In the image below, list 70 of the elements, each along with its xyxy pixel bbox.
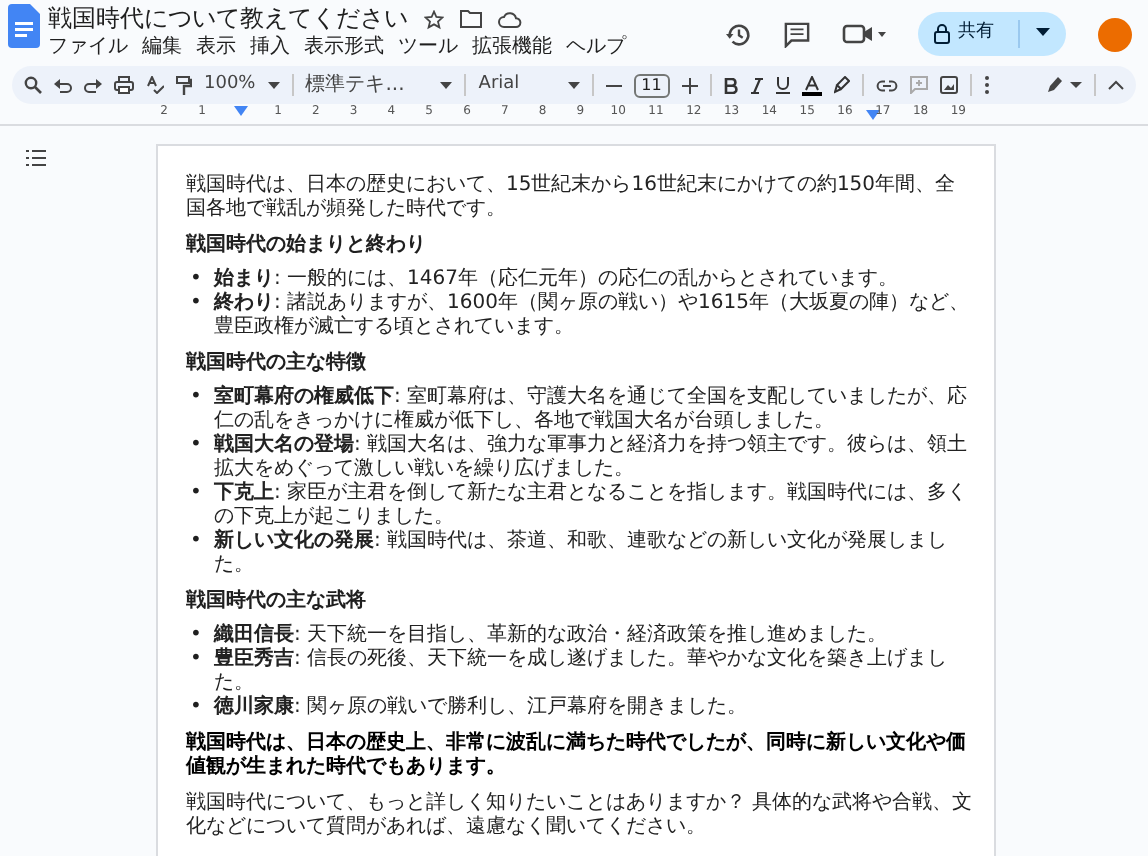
list-item: 下克上: 家臣が主君を倒して新たな主君となることを指します。戦国時代には、多くの下克上が起こりました。 (214, 482, 970, 528)
menu-item[interactable]: 挿入 (250, 34, 290, 60)
lock-icon (934, 24, 950, 44)
italic-icon[interactable] (749, 77, 764, 93)
paragraph: 戦国時代は、日本の歴史において、15世紀末から16世紀末にかけての約150年間、全国各地で戦乱が頻発した時代です。 (186, 174, 958, 222)
caret-icon (267, 81, 280, 89)
text-color-icon[interactable] (801, 75, 822, 95)
menu-item[interactable]: ツール (398, 34, 458, 60)
paragraph: 戦国時代について、もっと詳しく知りたいことはありますか？ 具体的な武将や合戦、文化などについて質問があれば、遠慮なく聞いてください。 (186, 792, 974, 840)
list-item: 終わり: 諸説ありますが、1600年（関ヶ原の戦い）や1615年（大坂夏の陣）など、豊臣政権が滅亡する頃とされています。 (214, 292, 971, 340)
pencil-icon[interactable] (1046, 76, 1082, 94)
image-icon[interactable] (939, 76, 958, 94)
highlighter-icon[interactable] (833, 76, 850, 94)
section-heading: 戦国時代の主な特徴 (186, 352, 368, 376)
menu-item[interactable]: 編集 (142, 34, 182, 60)
bullet: • (188, 624, 204, 648)
redo-icon[interactable] (84, 77, 102, 93)
menu-item[interactable]: ファイル (48, 34, 128, 60)
bullet: • (188, 530, 204, 554)
list-item: 徳川家康: 関ヶ原の戦いで勝利し、江戸幕府を開きました。 (214, 696, 750, 720)
bullet: • (188, 268, 204, 292)
menu-item[interactable]: 表示形式 (304, 34, 384, 60)
zoom-select[interactable]: 100% (204, 71, 256, 99)
bullet: • (188, 648, 204, 672)
star-icon[interactable] (424, 9, 444, 29)
paint-format-icon[interactable] (176, 75, 192, 95)
section-heading: 戦国時代の始まりと終わり (186, 234, 428, 258)
print-icon[interactable] (114, 76, 134, 94)
outline-icon[interactable] (26, 150, 46, 166)
video-camera-icon[interactable] (842, 22, 886, 46)
bullet: • (188, 434, 204, 458)
bullet: • (188, 386, 204, 410)
comment-icon[interactable] (784, 21, 810, 47)
list-item: 始まり: 一般的には、1467年（応仁元年）の応仁の乱からとされています。 (214, 268, 900, 291)
cloud-icon[interactable] (498, 11, 522, 27)
list-item: 新しい文化の発展: 戦国時代は、茶道、和歌、連歌などの新しい文化が発展しました。 (214, 530, 950, 578)
folder-icon[interactable] (460, 10, 482, 28)
plus-icon[interactable] (681, 77, 698, 93)
font-size-field[interactable]: 11 (633, 73, 670, 97)
link-icon[interactable] (875, 79, 898, 91)
paragraph: 戦国時代は、日本の歴史上、非常に波乱に満ちた時代でしたが、同時に新しい文化や価値観が生まれた時代でもあります。 (186, 732, 968, 780)
caret-icon[interactable] (1036, 27, 1050, 36)
share-button[interactable]: 共有 (918, 12, 1066, 56)
menu-item[interactable]: 表示 (196, 34, 236, 60)
menu-item[interactable]: 拡張機能 (472, 34, 552, 60)
bullet: • (188, 696, 204, 720)
more-options-icon[interactable] (983, 76, 990, 94)
bullet: • (188, 292, 204, 316)
font-select[interactable]: Arial (478, 71, 520, 99)
bullet: • (188, 482, 204, 506)
search-icon[interactable] (24, 76, 42, 94)
history-icon[interactable] (726, 21, 752, 47)
menu-item[interactable]: ヘルプ (566, 34, 626, 60)
document-title[interactable]: 戦国時代について教えてください (48, 4, 408, 34)
indent-marker-icon[interactable] (866, 110, 880, 120)
user-avatar[interactable] (1098, 17, 1132, 51)
spellcheck-icon[interactable] (146, 76, 164, 94)
underline-icon[interactable] (775, 76, 790, 94)
text-style-select[interactable]: 標準テキ... (305, 70, 405, 100)
collapse-icon[interactable] (1108, 80, 1124, 90)
caret-icon (567, 81, 580, 89)
section-heading: 戦国時代の主な武将 (186, 590, 368, 614)
docs-logo-icon[interactable] (8, 4, 40, 48)
caret-icon (440, 81, 453, 89)
list-item: 織田信長: 天下統一を目指し、革新的な政治・経済政策を推し進めました。 (214, 624, 890, 647)
list-item: 室町幕府の権威低下: 室町幕府は、守護大名を通じて全国を支配していましたが、応仁の乱をきっかけに権威が低下し、各地で戦国大名が台頭しました。 (214, 386, 970, 433)
bold-icon[interactable] (723, 77, 738, 93)
undo-icon[interactable] (54, 77, 72, 93)
list-item: 豊臣秀吉: 信長の死後、天下統一を成し遂げました。華やかな文化を築き上げました。 (214, 648, 950, 694)
list-item: 戦国大名の登場: 戦国大名は、強力な軍事力と経済力を持つ領主です。彼らは、領土拡大をめぐって激しい戦いを繰り広げました。 (214, 434, 970, 481)
